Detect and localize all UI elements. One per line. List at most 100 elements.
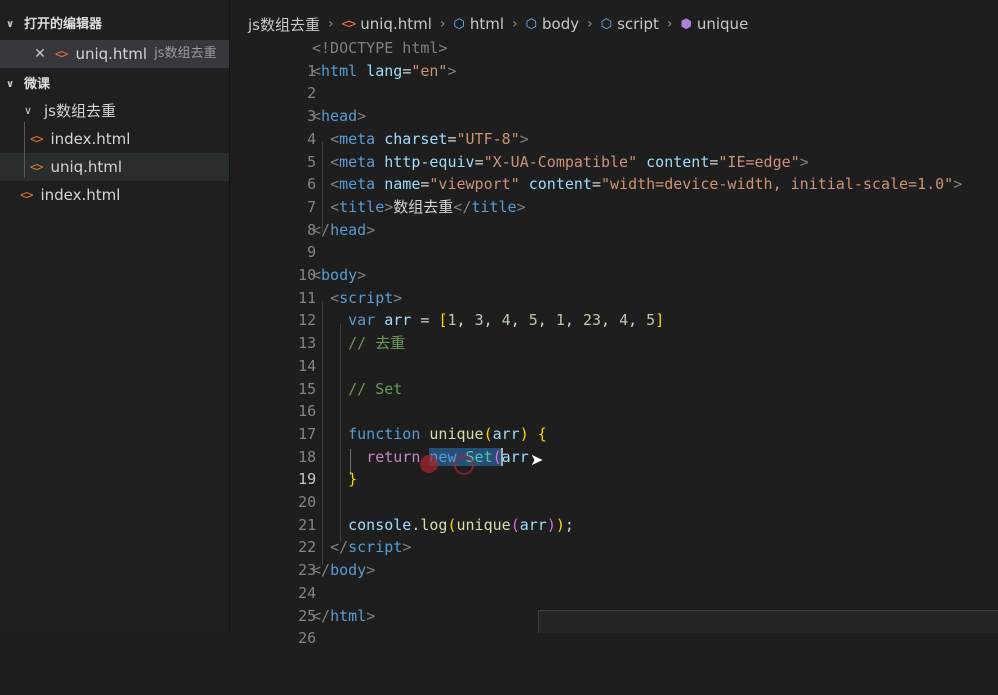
workspace-header[interactable]: ∨ 微课	[0, 72, 229, 97]
code-token: content	[646, 152, 710, 171]
code-line: 11 <body>	[230, 264, 998, 307]
code-line: 1 <!DOCTYPE html>	[230, 37, 998, 80]
code-token: unique	[429, 424, 484, 443]
code-line: 25	[230, 582, 998, 625]
chevron-down-icon: ∨	[24, 104, 33, 117]
breadcrumb-folder[interactable]: js数组去重	[248, 14, 320, 35]
code-token: arr	[519, 515, 547, 534]
open-editors-title: 打开的编辑器	[24, 17, 103, 32]
chevron-right-icon: ›	[587, 16, 593, 32]
method-cube-icon: ⬢	[680, 16, 692, 32]
code-token: http-equiv	[384, 152, 475, 171]
code-line: 22 console.log(unique(arr));	[230, 514, 998, 557]
code-token: "IE=edge"	[718, 152, 800, 171]
chevron-right-icon: ›	[327, 16, 334, 32]
code-line-current: 19 return new Set(arr	[230, 446, 998, 488]
annotation-dot	[420, 455, 438, 473]
code-token: 23	[582, 311, 601, 330]
code-line: 18 function unique(arr) {	[230, 423, 998, 466]
workspace-title: 微课	[24, 77, 51, 92]
open-editor-filename: uniq.html	[75, 45, 148, 63]
code-line: 7 <meta name="viewport" content="width=d…	[230, 173, 998, 216]
breadcrumb-html[interactable]: html	[470, 15, 504, 33]
code-token: <!DOCTYPE html>	[312, 39, 448, 57]
html-file-icon: <>	[341, 16, 357, 32]
annotation-circle	[454, 455, 474, 475]
code-token: console	[348, 515, 412, 534]
code-line: 17	[230, 400, 998, 443]
code-editor[interactable]: 1 <!DOCTYPE html> 2 <html lang="en"> 3 4…	[230, 37, 998, 647]
file-name: uniq.html	[50, 158, 123, 176]
notification-panel	[538, 610, 998, 633]
html-file-icon: <>	[55, 47, 68, 61]
code-token: "width=device-width, initial-scale=1.0"	[601, 175, 954, 194]
code-token: "viewport"	[429, 175, 520, 194]
element-cube-icon: ⬡	[525, 16, 537, 32]
breadcrumb-file[interactable]: uniq.html	[360, 15, 432, 33]
code-token: var	[348, 311, 376, 330]
folder-item[interactable]: ∨ js数组去重	[0, 97, 229, 125]
code-token: title	[471, 197, 517, 216]
code-token: return	[366, 447, 421, 466]
mouse-pointer-icon: ➤	[530, 450, 544, 469]
code-token: script	[339, 288, 394, 307]
code-token: charset	[384, 129, 448, 148]
breadcrumb-unique[interactable]: unique	[697, 15, 748, 33]
code-token: html	[330, 606, 367, 625]
code-line: 20 }	[230, 468, 998, 511]
code-token: 5	[528, 311, 538, 330]
code-token: meta	[339, 129, 376, 148]
code-line: 16 // Set	[230, 378, 998, 421]
file-name: index.html	[40, 186, 121, 204]
code-line: 8 <title>数组去重</title>	[230, 196, 998, 239]
code-line: 23 </script>	[230, 536, 998, 579]
file-item-uniq[interactable]: <> uniq.html	[0, 153, 229, 181]
open-editor-item[interactable]: ✕ <> uniq.html js数组去重	[0, 40, 229, 68]
chevron-down-icon: ∨	[6, 79, 15, 90]
html-file-icon: <>	[30, 132, 43, 146]
explorer-sidebar: ∨ 打开的编辑器 ✕ <> uniq.html js数组去重 ∨ 微课 ∨ js…	[0, 0, 230, 632]
file-item-index[interactable]: <> index.html	[0, 125, 229, 153]
html-file-icon: <>	[30, 160, 43, 174]
code-comment: // Set	[348, 379, 403, 398]
code-token: function	[348, 424, 421, 443]
open-editors-header[interactable]: ∨ 打开的编辑器	[0, 12, 229, 37]
breadcrumb-script[interactable]: script	[617, 15, 659, 33]
chevron-down-icon: ∨	[6, 19, 15, 30]
code-token: body	[321, 266, 358, 284]
code-token: meta	[339, 175, 376, 194]
code-line: 24 </body>	[230, 559, 998, 602]
breadcrumb-body[interactable]: body	[542, 15, 579, 33]
chevron-right-icon: ›	[512, 16, 518, 32]
code-line: 5 <meta charset="UTF-8">	[230, 128, 998, 171]
element-cube-icon: ⬡	[600, 16, 613, 32]
code-token: 1	[447, 311, 457, 330]
code-token: lang	[366, 61, 403, 80]
close-icon[interactable]: ✕	[33, 40, 47, 68]
code-line: 21	[230, 491, 998, 534]
code-token: meta	[339, 152, 376, 171]
code-line: 12 <script>	[230, 287, 998, 330]
code-line: 10	[230, 241, 998, 284]
code-line: 14 // 去重	[230, 332, 998, 375]
code-line: 2 <html lang="en">	[230, 60, 998, 103]
code-line: 13 var arr = [1, 3, 4, 5, 1, 23, 4, 5]	[230, 309, 998, 352]
code-token: "UTF-8"	[456, 129, 520, 148]
tree-indent-guide	[24, 122, 25, 178]
open-editor-folder-desc: js数组去重	[154, 46, 217, 61]
code-token: name	[384, 175, 421, 194]
code-token: content	[528, 175, 592, 194]
code-token: script	[348, 538, 403, 557]
file-name: index.html	[50, 130, 131, 148]
folder-name: js数组去重	[44, 102, 116, 120]
code-token: 数组去重	[393, 197, 454, 216]
element-cube-icon: ⬡	[453, 16, 465, 32]
code-token: 4	[619, 311, 629, 330]
code-token: 5	[646, 311, 656, 330]
chevron-right-icon: ›	[666, 16, 673, 32]
file-item-root-index[interactable]: <> index.html	[0, 181, 229, 209]
code-token: html	[321, 61, 358, 80]
code-token: "en"	[411, 61, 448, 80]
code-token: body	[330, 561, 367, 580]
code-token: head	[321, 107, 358, 126]
